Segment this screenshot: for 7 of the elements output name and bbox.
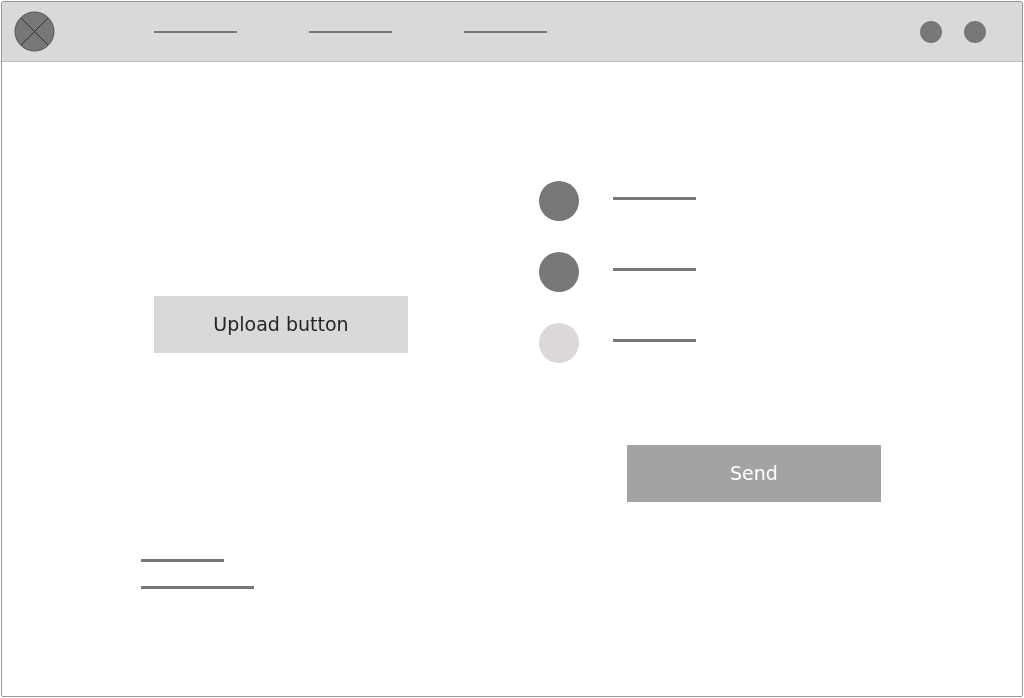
window-control-icon[interactable] [964, 20, 986, 43]
window-control-icon[interactable] [920, 20, 942, 43]
upload-button[interactable]: Upload button [154, 296, 408, 353]
logo-icon [14, 11, 55, 52]
radio-button[interactable] [539, 252, 579, 292]
radio-button[interactable] [539, 181, 579, 221]
radio-button[interactable] [539, 323, 579, 363]
